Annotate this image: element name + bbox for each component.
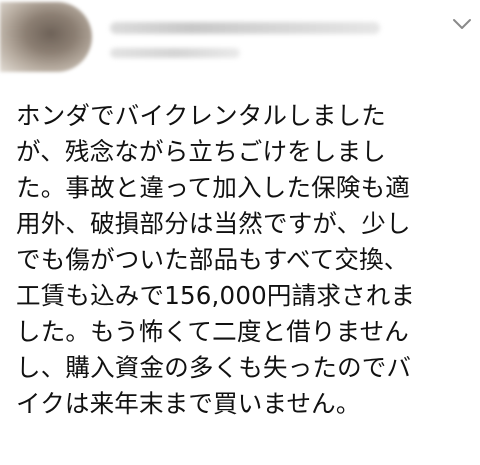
display-name-redacted[interactable] — [110, 22, 380, 34]
tweet-text-line: でも傷がついた部品もすべて交換、 — [16, 245, 409, 274]
tweet-text-line: した。もう怖くて二度と借りません — [16, 317, 409, 346]
username-redacted — [110, 48, 240, 58]
chevron-down-icon[interactable] — [451, 16, 473, 32]
tweet-text-line: 用外、破損部分は当然ですが、少し — [16, 209, 411, 238]
tweet-text-line: が、残念ながら立ちごけをしまし — [16, 137, 387, 166]
tweet-card: ホンダでバイクレンタルしました が、残念ながら立ちごけをしまし た。事故と違って… — [0, 0, 480, 465]
tweet-text-line: ホンダでバイクレンタルしました — [16, 101, 387, 130]
tweet-header — [0, 0, 480, 80]
tweet-text-line: し、購入資金の多くも失ったのでバ — [16, 353, 412, 382]
tweet-text-line: イクは来年末まで買いません。 — [16, 389, 361, 418]
tweet-text-line: た。事故と違って加入した保険も適 — [16, 173, 410, 202]
tweet-text-line: 工賃も込みで156,000円請求されま — [16, 281, 416, 310]
tweet-text: ホンダでバイクレンタルしました が、残念ながら立ちごけをしまし た。事故と違って… — [16, 98, 476, 422]
avatar[interactable] — [0, 2, 92, 72]
